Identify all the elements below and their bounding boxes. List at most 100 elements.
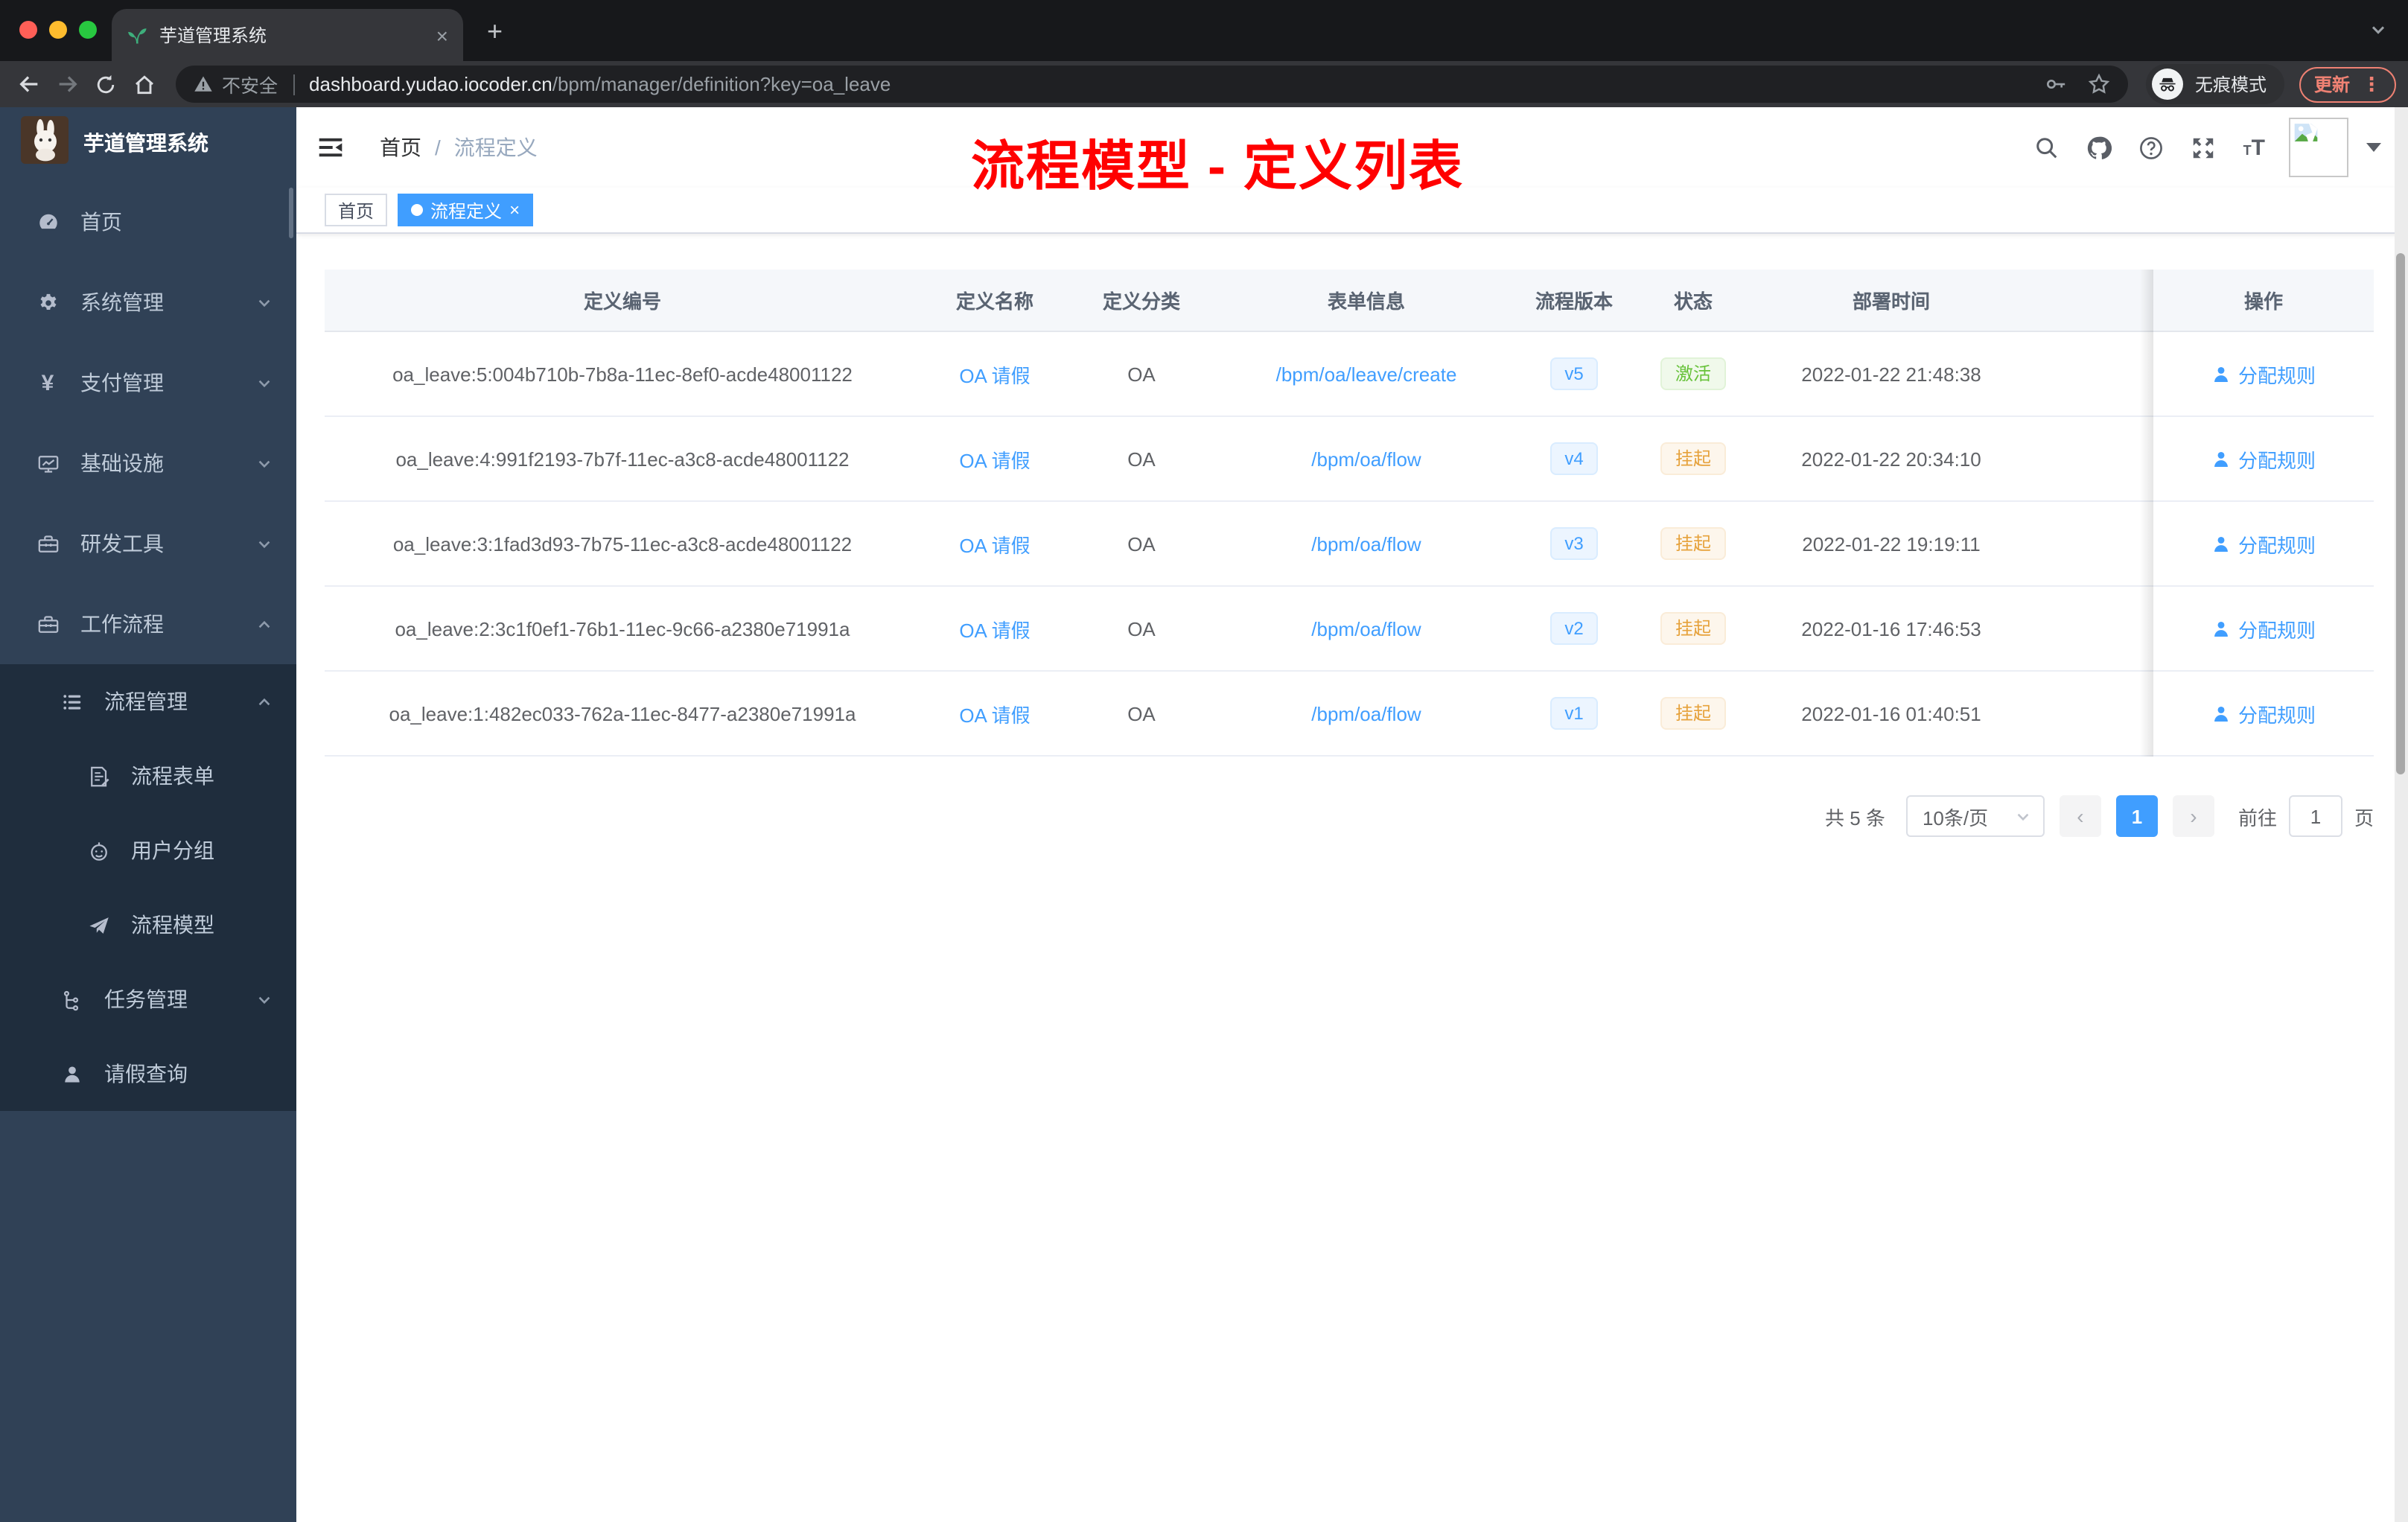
cell-version: v1 — [1519, 696, 1629, 730]
chevron-down-icon — [256, 375, 273, 391]
page-number-1[interactable]: 1 — [2115, 795, 2158, 837]
browser-update-button[interactable]: 更新 ⋮ — [2299, 66, 2396, 102]
home-icon[interactable] — [125, 65, 164, 104]
back-icon[interactable] — [9, 65, 48, 104]
goto-label: 前往 — [2237, 806, 2277, 829]
new-tab-button[interactable]: + — [487, 18, 503, 45]
sidebar-collapse-icon[interactable] — [317, 134, 344, 161]
person-icon — [2211, 364, 2231, 383]
tag-process-definition[interactable]: 流程定义 × — [398, 194, 534, 226]
browser-tab[interactable]: 芋道管理系统 × — [112, 9, 463, 61]
search-icon[interactable] — [2035, 135, 2060, 160]
tab-strip-chevron-down-icon[interactable] — [2369, 19, 2387, 46]
sidebar-item-请假查询[interactable]: 请假查询 — [0, 1037, 296, 1111]
cell-definition-name: OA 请假 — [920, 614, 1069, 643]
browser-menu-dots-icon[interactable]: ⋮ — [2362, 72, 2381, 96]
gear-icon — [36, 291, 60, 313]
cell-definition-id: oa_leave:4:991f2193-7b7f-11ec-a3c8-acde4… — [395, 448, 850, 470]
sidebar-item-用户分组[interactable]: 用户分组 — [0, 813, 296, 888]
definition-name-link[interactable]: OA 请假 — [959, 364, 1030, 386]
person-icon — [2211, 534, 2231, 553]
cell-deploy-time: 2022-01-22 19:19:11 — [1802, 532, 1981, 555]
sidebar-scrollbar[interactable] — [289, 188, 293, 238]
cell-definition-name: OA 请假 — [920, 529, 1069, 558]
tag-home-label: 首页 — [338, 200, 375, 221]
main-area: 流程模型 - 定义列表 首页 / 流程定义 T T 首页 流程定义 × 定义编号… — [296, 107, 2408, 1522]
next-page-button[interactable]: › — [2172, 795, 2214, 837]
github-icon[interactable] — [2087, 135, 2112, 160]
forward-icon[interactable] — [48, 65, 86, 104]
breadcrumb-home[interactable]: 首页 — [380, 133, 421, 162]
col-header-actions: 操作 — [2243, 290, 2283, 313]
form-info-link[interactable]: /bpm/oa/flow — [1311, 702, 1421, 725]
assign-rule-button[interactable]: 分配规则 — [2211, 445, 2316, 473]
url-bar[interactable]: 不安全 dashboard.yudao.iocoder.cn/bpm/manag… — [176, 66, 2128, 103]
table-row: oa_leave:1:482ec033-762a-11ec-8477-a2380… — [325, 672, 2374, 757]
sidebar-item-系统管理[interactable]: 系统管理 — [0, 262, 296, 343]
form-info-link[interactable]: /bpm/oa/leave/create — [1276, 363, 1457, 385]
assign-rule-label: 分配规则 — [2237, 449, 2316, 471]
active-tag-dot — [411, 204, 424, 216]
col-header-version: 流程版本 — [1535, 290, 1613, 313]
tab-close-icon[interactable]: × — [436, 25, 448, 45]
definition-name-link[interactable]: OA 请假 — [959, 449, 1030, 471]
cell-category: OA — [1127, 532, 1156, 555]
status-badge: 挂起 — [1660, 696, 1726, 730]
zoom-window-button[interactable] — [79, 21, 97, 39]
sidebar-item-任务管理[interactable]: 任务管理 — [0, 962, 296, 1037]
sidebar-item-首页[interactable]: 首页 — [0, 182, 296, 262]
form-info-link[interactable]: /bpm/oa/flow — [1311, 617, 1421, 640]
minimize-window-button[interactable] — [49, 21, 67, 39]
sidebar-item-流程表单[interactable]: 流程表单 — [0, 739, 296, 813]
col-header-category: 定义分类 — [1102, 290, 1180, 313]
close-window-button[interactable] — [19, 21, 37, 39]
cell-status: 挂起 — [1629, 526, 1757, 561]
assign-rule-label: 分配规则 — [2237, 704, 2316, 726]
sidebar-item-基础设施[interactable]: 基础设施 — [0, 423, 296, 503]
sidebar-item-研发工具[interactable]: 研发工具 — [0, 503, 296, 584]
form-info-link[interactable]: /bpm/oa/flow — [1311, 448, 1421, 470]
tag-home[interactable]: 首页 — [325, 194, 388, 226]
page-size-select[interactable]: 10条/页 — [1905, 795, 2045, 837]
incognito-badge: 无痕模式 — [2145, 64, 2284, 104]
user-avatar-broken-image[interactable] — [2289, 118, 2348, 177]
assign-rule-button[interactable]: 分配规则 — [2211, 699, 2316, 727]
definition-name-link[interactable]: OA 请假 — [959, 704, 1030, 726]
font-size-icon[interactable]: TT — [2243, 135, 2265, 160]
col-header-definition-id: 定义编号 — [583, 290, 661, 313]
select-caret-icon — [2015, 808, 2031, 824]
breadcrumb-current: 流程定义 — [453, 136, 538, 159]
form-info-link[interactable]: /bpm/oa/flow — [1311, 532, 1421, 555]
bookmark-star-icon[interactable] — [2088, 73, 2110, 95]
assign-rule-button[interactable]: 分配规则 — [2211, 360, 2316, 388]
sidebar: 芋道管理系统 首页 系统管理 ¥ 支付管理基础设施研发工具工作流程 流程管理 流程表单 用户… — [0, 107, 296, 1522]
password-key-icon[interactable] — [2045, 73, 2067, 95]
omnibox-divider — [293, 74, 295, 95]
definition-name-link[interactable]: OA 请假 — [959, 534, 1030, 556]
status-badge: 挂起 — [1660, 442, 1726, 476]
reload-icon[interactable] — [86, 65, 125, 104]
cell-form-info: /bpm/oa/leave/create — [1214, 363, 1519, 385]
sidebar-item-支付管理[interactable]: ¥ 支付管理 — [0, 343, 296, 423]
fullscreen-icon[interactable] — [2191, 135, 2217, 160]
tag-close-icon[interactable]: × — [509, 201, 520, 219]
insecure-warning[interactable]: 不安全 — [194, 70, 278, 98]
chevron-down-icon — [256, 991, 273, 1007]
avatar-dropdown-caret-icon[interactable] — [2366, 143, 2381, 152]
definition-name-link[interactable]: OA 请假 — [959, 619, 1030, 641]
sidebar-item-流程模型[interactable]: 流程模型 — [0, 888, 296, 962]
assign-rule-button[interactable]: 分配规则 — [2211, 529, 2316, 558]
sidebar-submenu-workflow: 流程管理 流程表单 用户分组 流程模型 任务管理 请假查询 — [0, 664, 296, 1111]
sidebar-item-流程管理[interactable]: 流程管理 — [0, 664, 296, 739]
sidebar-logo[interactable]: 芋道管理系统 — [0, 107, 296, 179]
help-question-icon[interactable] — [2139, 135, 2165, 160]
cell-status: 挂起 — [1629, 611, 1757, 646]
window-scrollbar-thumb[interactable] — [2396, 253, 2405, 774]
prev-page-button[interactable]: ‹ — [2059, 795, 2101, 837]
window-scrollbar-track[interactable] — [2395, 107, 2408, 1522]
goto-page-input[interactable] — [2288, 795, 2342, 837]
sidebar-item-label: 研发工具 — [80, 532, 164, 555]
assign-rule-button[interactable]: 分配规则 — [2211, 614, 2316, 643]
sidebar-item-label: 基础设施 — [80, 451, 164, 475]
sidebar-item-工作流程[interactable]: 工作流程 — [0, 584, 296, 664]
